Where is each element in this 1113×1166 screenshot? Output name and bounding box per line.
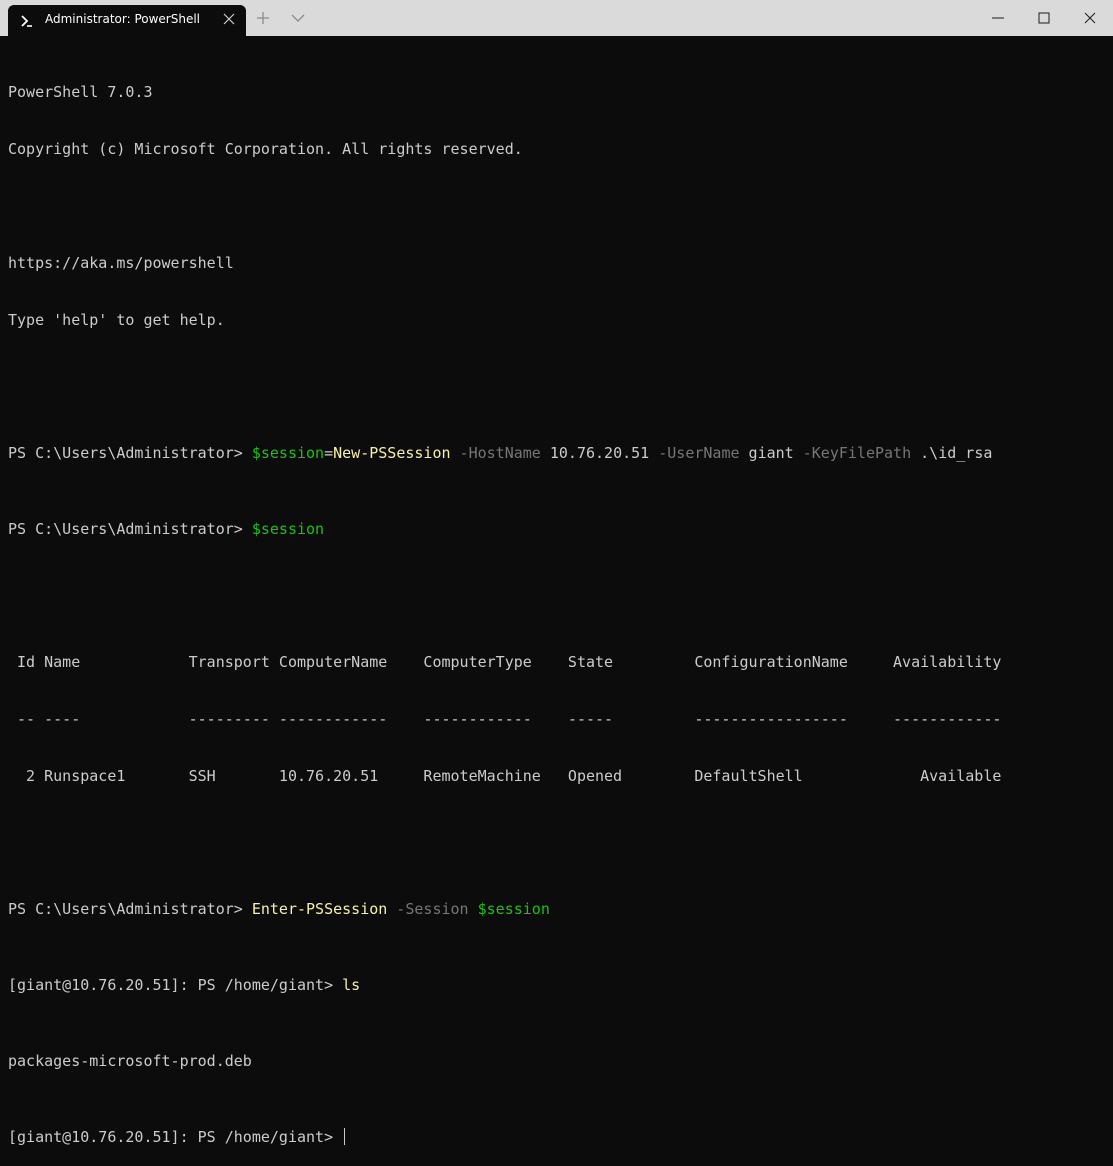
- table-header: Id Name Transport ComputerName ComputerT…: [8, 653, 1002, 671]
- prompt: [giant@10.76.20.51]: PS /home/giant>: [8, 1128, 343, 1146]
- chevron-down-icon[interactable]: [290, 10, 306, 26]
- close-button[interactable]: [1067, 0, 1113, 36]
- plus-icon[interactable]: [255, 10, 271, 26]
- command-line: [giant@10.76.20.51]: PS /home/giant> ls: [8, 976, 1108, 995]
- prompt: [giant@10.76.20.51]: PS /home/giant>: [8, 976, 343, 994]
- banner-version: PowerShell 7.0.3: [8, 83, 153, 101]
- ls-output: packages-microsoft-prod.deb: [8, 1052, 252, 1070]
- variable: $session: [468, 900, 550, 918]
- variable: $session: [251, 444, 325, 462]
- table-rule: -- ---- --------- ------------ ---------…: [8, 710, 1002, 728]
- prompt: PS C:\Users\Administrator>: [8, 520, 252, 538]
- argument: giant: [739, 444, 794, 462]
- command-line: PS C:\Users\Administrator> $session: [8, 520, 1108, 539]
- tab-close-icon[interactable]: [222, 11, 236, 25]
- maximize-icon: [1038, 12, 1050, 24]
- variable: $session: [251, 520, 325, 538]
- banner-help: Type 'help' to get help.: [8, 311, 225, 329]
- parameter: -Session: [387, 900, 469, 918]
- command: ls: [342, 976, 361, 994]
- active-prompt-line[interactable]: [giant@10.76.20.51]: PS /home/giant>: [8, 1128, 1108, 1147]
- operator: =: [324, 444, 334, 462]
- table-row: 2 Runspace1 SSH 10.76.20.51 RemoteMachin…: [8, 767, 1002, 785]
- tab-powershell[interactable]: Administrator: PowerShell: [8, 5, 246, 36]
- text-cursor: [344, 1128, 346, 1145]
- parameter: -HostName: [450, 444, 541, 462]
- parameter: -UserName: [649, 444, 740, 462]
- maximize-button[interactable]: [1021, 0, 1067, 36]
- prompt: PS C:\Users\Administrator>: [8, 900, 252, 918]
- tab-title: Administrator: PowerShell: [45, 12, 201, 26]
- argument: 10.76.20.51: [540, 444, 650, 462]
- prompt: PS C:\Users\Administrator>: [8, 444, 252, 462]
- minimize-icon: [992, 17, 1004, 19]
- banner-url: https://aka.ms/powershell: [8, 254, 234, 272]
- terminal-output[interactable]: PowerShell 7.0.3 Copyright (c) Microsoft…: [8, 45, 1108, 1166]
- argument: .\id_rsa: [911, 444, 993, 462]
- minimize-button[interactable]: [975, 0, 1021, 36]
- parameter: -KeyFilePath: [793, 444, 912, 462]
- banner-copyright: Copyright (c) Microsoft Corporation. All…: [8, 140, 523, 158]
- command-line: PS C:\Users\Administrator> Enter-PSSessi…: [8, 900, 1108, 919]
- close-icon: [1084, 12, 1096, 24]
- command-line: PS C:\Users\Administrator> $session=New-…: [8, 444, 1108, 463]
- title-bar: Administrator: PowerShell: [0, 0, 1113, 36]
- cmdlet: New-PSSession: [333, 444, 451, 462]
- powershell-icon: [20, 13, 34, 27]
- cmdlet: Enter-PSSession: [251, 900, 388, 918]
